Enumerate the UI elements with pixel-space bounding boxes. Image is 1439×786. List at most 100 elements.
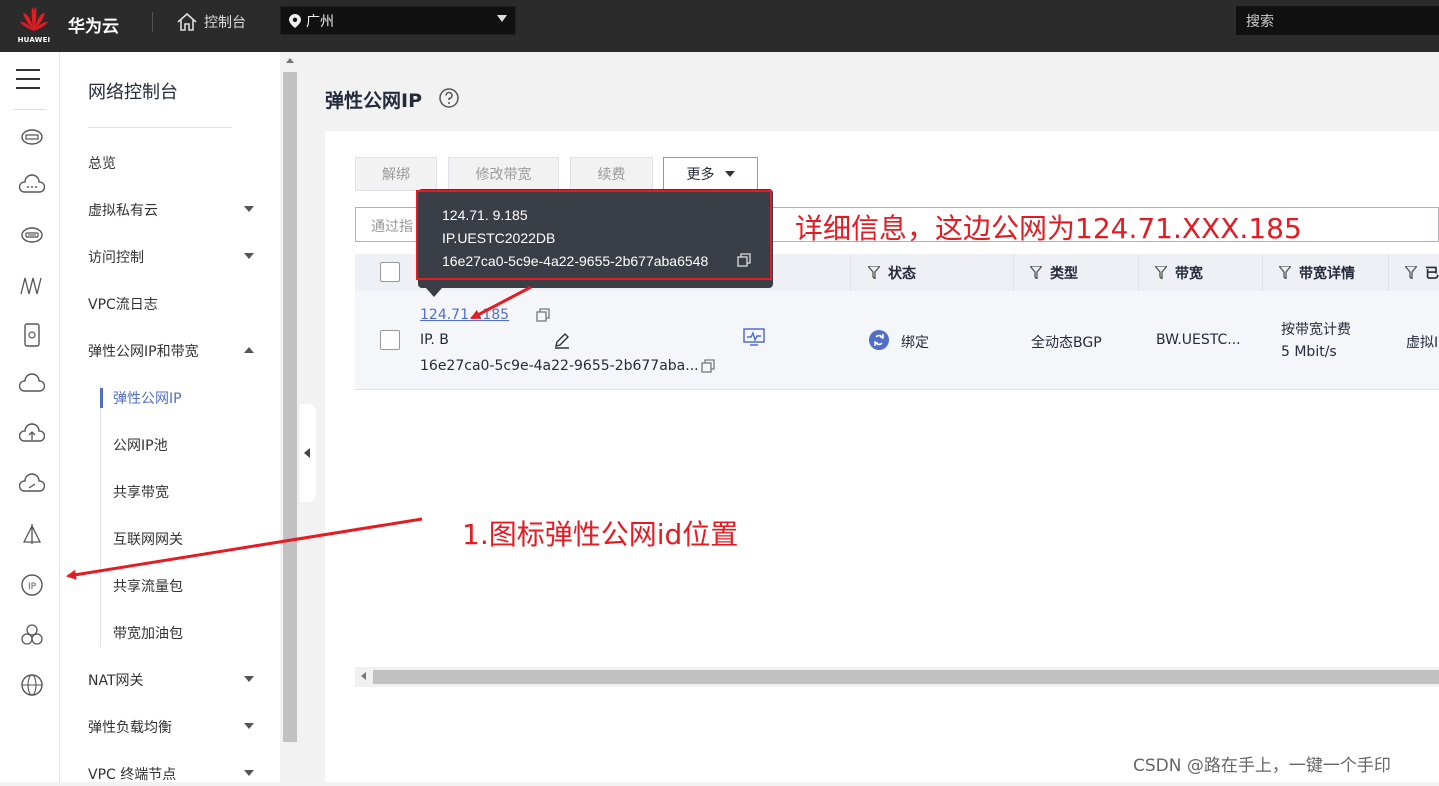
column-header-status[interactable]: 状态 [868,254,916,291]
header-label: 带宽 [1175,265,1203,282]
column-header-bound-instance[interactable]: 已 [1405,254,1439,291]
scrollbar-thumb[interactable] [283,72,297,742]
help-icon[interactable] [438,87,460,109]
monitor-icon[interactable] [743,328,765,346]
filter-icon[interactable] [1030,266,1042,279]
sidebar-item-overview[interactable]: 总览 [88,151,264,175]
huawei-flower-icon [20,7,48,31]
rail-divider [14,109,46,110]
cloud-server-icon[interactable] [19,124,45,150]
sidebar-subitem-internet-gateway[interactable]: 互联网网关 [113,528,183,550]
column-divider [1013,254,1014,291]
scroll-left-arrow[interactable] [361,672,366,680]
filter-icon[interactable] [1155,266,1167,279]
sidebar-item-label: VPC流日志 [88,297,158,313]
sidebar-item-eip-bandwidth[interactable]: 弹性公网IP和带宽 [88,339,264,363]
home-icon [177,12,197,31]
bandwidth-value[interactable]: BW.UESTC... [1156,332,1241,348]
table-horizontal-scrollbar[interactable] [355,667,1439,687]
chevron-down-icon [244,253,254,259]
sidebar-subitem-eip[interactable]: 弹性公网IP [113,387,182,409]
cloud-link-icon[interactable] [19,472,45,498]
console-label: 控制台 [204,15,246,31]
copy-icon[interactable] [536,308,550,322]
globe-icon[interactable] [19,672,45,698]
column-header-bandwidth-detail[interactable]: 带宽详情 [1279,254,1355,291]
route-sail-icon[interactable] [19,522,45,548]
chevron-down-icon [724,171,735,177]
region-value: 广州 [306,13,334,30]
sidebar-item-access-control[interactable]: 访问控制 [88,245,264,269]
brand-name[interactable]: 华为云 [68,12,119,37]
annotation-icon-text: 1.图标弹性公网id位置 [462,518,739,551]
cloud-upload-icon[interactable] [19,422,45,448]
console-link[interactable]: 控制台 [176,10,246,34]
sidebar-item-vpc[interactable]: 虚拟私有云 [88,198,264,222]
column-divider [1388,254,1389,291]
column-divider [1138,254,1139,291]
cloud-dots-icon[interactable] [19,173,45,199]
scroll-up-arrow[interactable] [286,58,294,63]
cloud-disk-icon[interactable] [19,222,45,248]
column-divider [850,254,851,291]
header-label: 类型 [1050,265,1078,282]
sidebar-item-vpc-flow-log[interactable]: VPC流日志 [88,292,264,316]
sidenav-title: 网络控制台 [88,82,178,103]
search-input[interactable]: 搜索 [1236,6,1439,35]
sidebar-subitem-bandwidth-add-on[interactable]: 带宽加油包 [113,622,183,644]
network-console-sidenav: 网络控制台 总览 虚拟私有云 访问控制 VPC流日志 弹性公网IP和带宽 弹性公… [60,52,280,783]
renew-button[interactable]: 续费 [570,157,653,191]
menu-icon[interactable] [16,69,40,96]
sidenav-divider [88,127,232,128]
more-dropdown-button[interactable]: 更多 [663,157,758,191]
row-checkbox[interactable] [380,330,400,350]
mobile-device-icon[interactable] [19,322,45,348]
bound-instance-value: 虚拟I [1406,335,1439,351]
chevron-down-icon [244,206,254,212]
eip-name: IP. B [420,332,449,348]
more-label: 更多 [686,167,715,183]
cloud-icon[interactable] [19,372,45,398]
filter-icon[interactable] [1405,266,1417,279]
header-label: 带宽详情 [1299,265,1355,282]
location-pin-icon [289,13,301,28]
network-wave-icon[interactable] [19,272,45,298]
select-all-checkbox[interactable] [380,262,400,282]
sidebar-item-label: NAT网关 [88,673,144,689]
eip-id: 16e27ca0-5c9e-4a22-9655-2b677aba... [420,358,699,374]
region-select[interactable]: 广州 [280,6,516,35]
active-indicator [100,388,103,408]
filter-icon[interactable] [1279,266,1291,279]
table-row: 124.71. .185 IP. B 16e27ca0-5c9e-4a22-96… [355,291,1439,390]
filter-icon[interactable] [868,266,880,279]
sidebar-item-label: 访问控制 [88,250,144,266]
sidebar-subitem-shared-bandwidth[interactable]: 共享带宽 [113,481,169,503]
cluster-icon[interactable] [19,622,45,648]
edit-pencil-icon[interactable] [553,331,571,349]
collapse-sidenav-handle[interactable] [300,404,316,502]
sidenav-scrollbar[interactable] [280,52,300,782]
annotation-highlight-box [416,190,772,280]
sidebar-item-label: VPC 终端节点 [88,767,177,783]
eip-address-link[interactable]: 124.71. .185 [420,307,509,323]
service-icon-rail: IP [0,52,60,782]
column-header-bandwidth[interactable]: 带宽 [1155,254,1203,291]
copy-icon[interactable] [701,359,715,373]
sidebar-item-label: 总览 [88,156,116,172]
elastic-ip-icon[interactable]: IP [19,572,45,598]
topbar-divider [152,12,153,32]
sidebar-item-nat-gateway[interactable]: NAT网关 [88,668,264,692]
sidebar-item-elb[interactable]: 弹性负载均衡 [88,715,264,739]
scrollbar-thumb[interactable] [373,670,1439,684]
modify-bandwidth-button[interactable]: 修改带宽 [448,157,559,191]
unbind-button[interactable]: 解绑 [355,157,437,191]
annotation-detail-text: 详细信息，这边公网为124.71.XXX.185 [795,212,1302,245]
sidebar-item-vpc-endpoint[interactable]: VPC 终端节点 [88,762,264,786]
bound-status-icon [869,330,889,350]
sidebar-subitem-shared-data-package[interactable]: 共享流量包 [113,575,183,597]
column-header-type[interactable]: 类型 [1030,254,1078,291]
sidebar-subitem-public-ip-pool[interactable]: 公网IP池 [113,434,168,456]
watermark: CSDN @路在手上，一键一个手印 [1133,756,1391,776]
svg-text:IP: IP [28,582,37,592]
huawei-logo[interactable]: HUAWEI [14,4,54,48]
